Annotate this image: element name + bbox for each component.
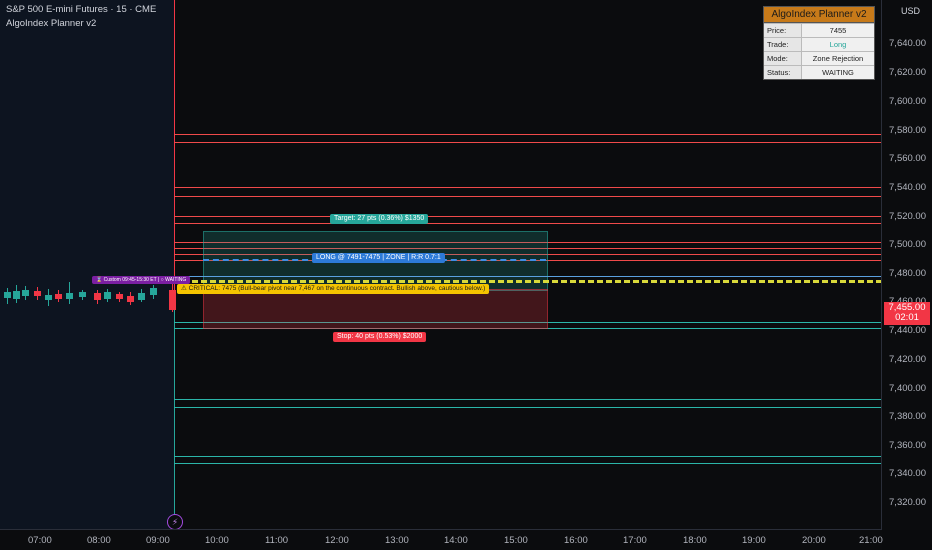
info-value: Zone Rejection [802,52,874,65]
entry-level-line [174,276,882,277]
resistance-line [174,223,882,224]
time-tick: 21:00 [859,535,883,546]
session-status-label: ⌛ Custom 09:45-15:30 ET | ○ WAITING [92,276,191,284]
price-tick: 7,320.00 [889,497,926,508]
candle [4,292,11,298]
price-tick: 7,540.00 [889,182,926,193]
resistance-line [174,134,882,135]
resistance-line [174,216,882,217]
price-tick: 7,560.00 [889,153,926,164]
candle [104,292,111,299]
time-tick: 13:00 [385,535,409,546]
price-tick: 7,620.00 [889,67,926,78]
price-tick: 7,340.00 [889,468,926,479]
session-start-line-lower [174,300,175,530]
info-row-trade: Trade: Long [764,37,874,51]
symbol-title[interactable]: S&P 500 E-mini Futures · 15 · CME [6,4,156,15]
price-tick: 7,400.00 [889,383,926,394]
entry-label: LONG @ 7491-7475 | ZONE | R:R 0.7:1 [312,253,445,263]
candle [79,292,86,297]
candle [116,294,123,299]
candle [13,291,20,299]
critical-level-dashed-line [174,280,882,283]
time-tick: 20:00 [802,535,826,546]
price-tick: 7,380.00 [889,411,926,422]
candle [22,290,29,296]
price-tick: 7,600.00 [889,96,926,107]
time-tick: 08:00 [87,535,111,546]
candle [138,293,145,300]
time-tick: 11:00 [265,535,289,546]
resistance-line [174,142,882,143]
time-tick: 07:00 [28,535,52,546]
stop-zone [203,289,548,329]
candle [127,296,134,302]
price-tick: 7,500.00 [889,239,926,250]
candle [150,288,157,295]
session-start-line-upper [174,0,175,300]
info-key: Status: [764,66,802,79]
support-line [174,399,882,400]
info-key: Mode: [764,52,802,65]
info-row-price: Price: 7455 [764,23,874,37]
price-tick: 7,420.00 [889,354,926,365]
time-axis[interactable]: 07:00 08:00 09:00 10:00 11:00 12:00 13:0… [0,529,883,550]
resistance-line [174,187,882,188]
support-line [174,407,882,408]
price-axis[interactable]: USD 7,640.00 7,620.00 7,600.00 7,580.00 … [881,0,932,530]
candle [34,291,41,296]
info-key: Price: [764,24,802,37]
currency-label[interactable]: USD [901,6,920,16]
time-tick: 16:00 [564,535,588,546]
chart-pane[interactable]: Target: 27 pts (0.36%) $1350 LONG @ 7491… [0,0,882,530]
price-tick: 7,640.00 [889,38,926,49]
info-table-title: AlgoIndex Planner v2 [764,7,874,23]
price-tick: 7,440.00 [889,325,926,336]
time-tick: 18:00 [683,535,707,546]
price-tick: 7,520.00 [889,211,926,222]
candle [66,293,73,299]
support-line [174,463,882,464]
candle [94,293,101,300]
planner-info-table: AlgoIndex Planner v2 Price: 7455 Trade: … [763,6,875,80]
time-tick: 15:00 [504,535,528,546]
info-row-mode: Mode: Zone Rejection [764,51,874,65]
info-row-status: Status: WAITING [764,65,874,79]
pre-session-background [0,0,174,530]
info-key: Trade: [764,38,802,51]
current-price-badge: 7,455.00 02:01 [884,302,930,325]
price-tick: 7,580.00 [889,125,926,136]
time-tick: 17:00 [623,535,647,546]
indicator-title[interactable]: AlgoIndex Planner v2 [6,18,156,29]
time-tick: 14:00 [444,535,468,546]
price-tick: 7,360.00 [889,440,926,451]
info-value: 7455 [802,24,874,37]
candle [55,294,62,299]
info-value: WAITING [802,66,874,79]
target-label: Target: 27 pts (0.36%) $1350 [330,214,429,224]
time-tick: 19:00 [742,535,766,546]
resistance-line [174,196,882,197]
chart-header: S&P 500 E-mini Futures · 15 · CME AlgoIn… [6,4,156,29]
time-tick: 12:00 [325,535,349,546]
candle [169,290,176,310]
time-tick: 09:00 [146,535,170,546]
support-line [174,456,882,457]
time-tick: 10:00 [205,535,229,546]
candle [45,295,52,300]
lightning-bolt-icon[interactable]: ⚡ [167,514,183,530]
info-value: Long [802,38,874,51]
stop-label: Stop: 40 pts (0.53%) $2000 [333,332,427,342]
critical-level-label: ⚠ CRITICAL: 7475 (Bull-bear pivot near 7… [177,284,490,294]
price-tick: 7,480.00 [889,268,926,279]
bar-countdown: 02:01 [895,312,919,323]
